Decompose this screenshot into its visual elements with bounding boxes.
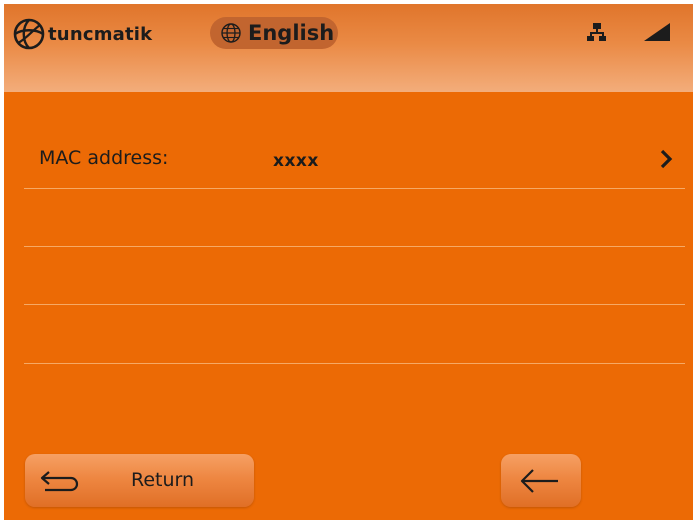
left-arrow-icon xyxy=(520,469,558,493)
list-item-mac-address[interactable]: MAC address: xxxx xyxy=(24,131,685,189)
signal-icon xyxy=(644,23,670,41)
return-button-label: Return xyxy=(131,469,195,491)
return-button[interactable]: Return xyxy=(25,454,254,507)
mac-address-label: MAC address: xyxy=(39,147,169,169)
globe-logo-icon xyxy=(13,18,45,50)
back-button[interactable] xyxy=(501,454,581,507)
network-icon xyxy=(587,23,606,41)
list-item-empty xyxy=(24,189,685,247)
list-item-empty xyxy=(24,247,685,305)
return-arrow-icon xyxy=(40,471,79,492)
list-item-empty xyxy=(24,306,685,364)
chevron-right-icon xyxy=(660,149,673,169)
brand-name: tuncmatik xyxy=(48,23,153,45)
header-bar: tuncmatik English xyxy=(4,4,693,92)
globe-icon xyxy=(221,23,241,43)
language-label: English xyxy=(248,21,335,45)
language-selector[interactable]: English xyxy=(210,17,338,49)
brand-logo: tuncmatik xyxy=(12,17,152,51)
mac-address-value: xxxx xyxy=(273,151,319,171)
settings-screen: tuncmatik English MAC address: xxxx Retu… xyxy=(4,4,693,520)
